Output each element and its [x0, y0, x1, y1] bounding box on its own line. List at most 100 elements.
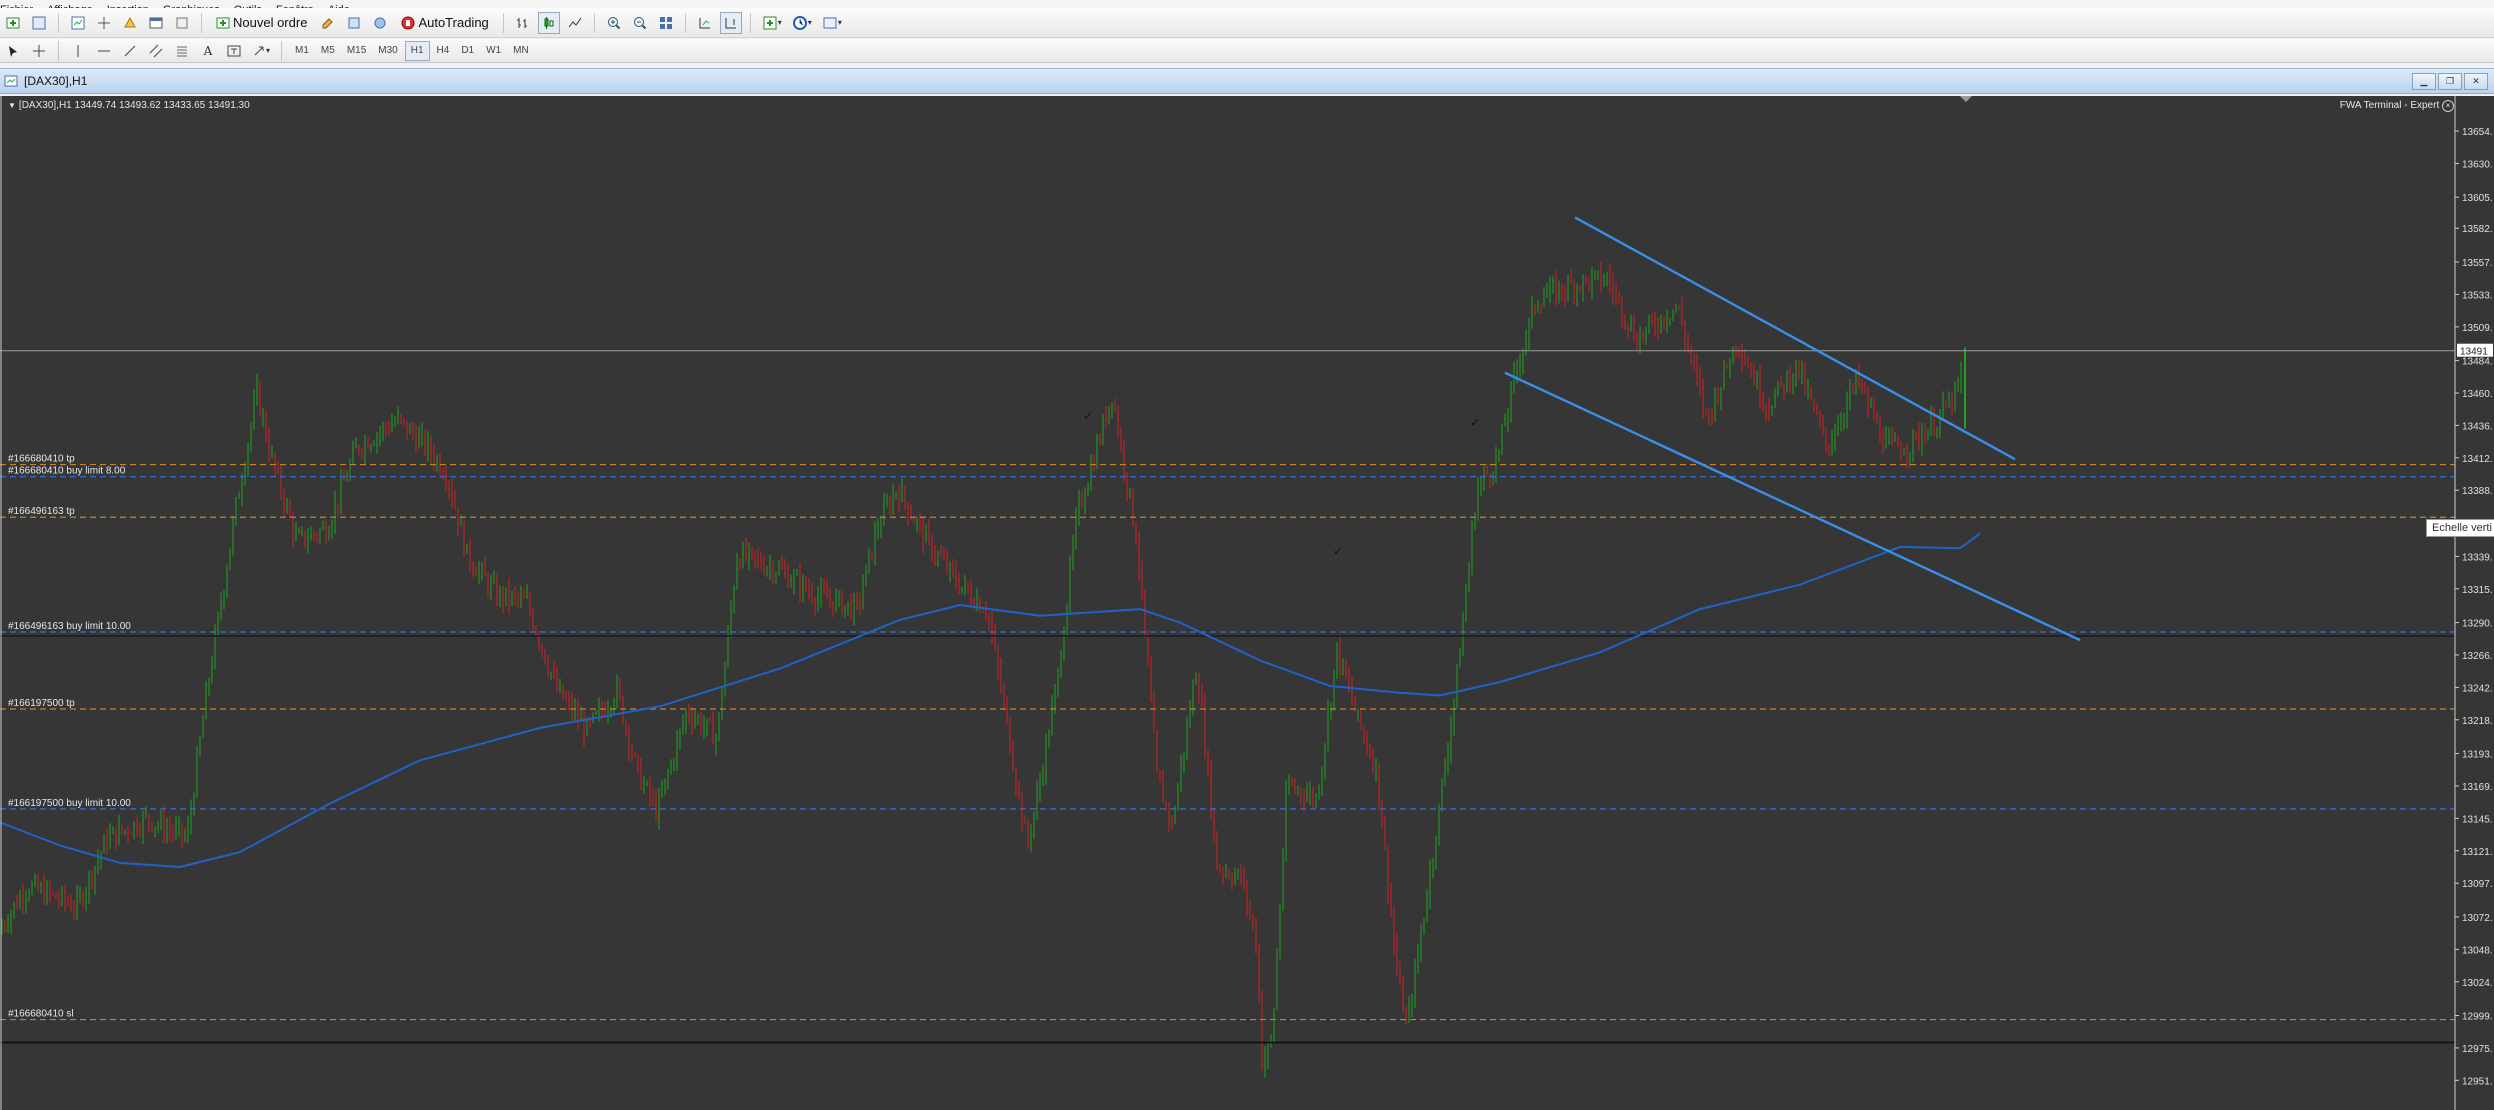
crosshair-icon[interactable]	[28, 40, 50, 62]
price-tick-label: 12975.	[2462, 1044, 2493, 1055]
chart-shift-marker	[1960, 96, 1972, 102]
price-tick-label: 13048.	[2462, 945, 2493, 956]
auto-scroll-icon[interactable]	[694, 12, 716, 34]
cursor-icon[interactable]	[2, 40, 24, 62]
price-tick-label: 13024.	[2462, 978, 2493, 989]
price-tick-label: 13266.	[2462, 651, 2493, 662]
market-watch-icon[interactable]	[67, 12, 89, 34]
symbol-ohlc-text: [DAX30],H1 13449.74 13493.62 13433.65 13…	[18, 100, 250, 111]
price-tick-label: 13509.	[2462, 323, 2493, 334]
price-tick-label: 13072.	[2462, 913, 2493, 924]
separator	[749, 12, 751, 33]
channel-icon[interactable]	[145, 40, 167, 62]
period-m30[interactable]: M30	[373, 42, 402, 60]
price-tick-label: 13193.	[2462, 750, 2493, 761]
restore-button[interactable]: ❐	[2438, 73, 2462, 90]
candlestick-chart-icon[interactable]	[537, 11, 560, 34]
order-level-label: #166496163 tp	[8, 506, 75, 517]
templates-icon[interactable]: ▾	[819, 12, 845, 34]
period-m15[interactable]: M15	[342, 42, 371, 60]
order-level-label: #166197500 buy limit 10.00	[8, 798, 131, 809]
minimize-button[interactable]: ▁	[2412, 73, 2436, 90]
trend-line	[1574, 216, 2016, 461]
strategy-tester-icon[interactable]	[171, 12, 193, 34]
period-d1[interactable]: D1	[456, 42, 479, 60]
arrows-icon[interactable]: ▾	[249, 40, 273, 62]
price-tick-label: 13242.	[2462, 683, 2493, 694]
tile-windows-icon[interactable]	[655, 12, 677, 34]
price-tick-label: 13290.	[2462, 619, 2493, 630]
price-tick-label: 13121.	[2462, 847, 2493, 858]
price-tick-label: 13169.	[2462, 782, 2493, 793]
periods-icon[interactable]: ▾	[789, 12, 815, 34]
zoom-in-icon[interactable]	[603, 12, 625, 34]
scale-tooltip: Echelle verti	[2426, 519, 2494, 537]
trendline-icon[interactable]	[119, 40, 141, 62]
separator	[201, 12, 202, 33]
expert-label[interactable]: FWA Terminal - Expert ×	[2340, 100, 2454, 112]
vps-icon[interactable]	[369, 12, 391, 34]
period-h4[interactable]: H4	[432, 42, 455, 60]
new-chart-icon[interactable]	[2, 12, 24, 34]
period-w1[interactable]: W1	[481, 42, 506, 60]
chart-shift-icon[interactable]	[719, 11, 742, 34]
timeframe-bar: M1 M5 M15 M30 H1 H4 D1 W1 MN	[290, 40, 534, 61]
profiles-icon[interactable]	[28, 12, 50, 34]
line-chart-icon[interactable]	[564, 12, 586, 34]
price-tick-label: 13145.	[2462, 814, 2493, 825]
price-tick-label: 13484.	[2462, 357, 2493, 368]
price-tick-label: 13097.	[2462, 879, 2493, 890]
data-window-icon[interactable]	[93, 12, 115, 34]
price-tick-label: 12951.	[2462, 1076, 2493, 1087]
new-order-button[interactable]: Nouvel ordre	[210, 12, 313, 34]
price-tick-label: 13605.	[2462, 193, 2493, 204]
separator	[58, 12, 59, 33]
trade-check-icon: ✓	[1083, 409, 1093, 423]
separator	[281, 40, 283, 61]
horizontal-line-icon[interactable]	[93, 40, 115, 62]
price-tick-label: 13218.	[2462, 716, 2493, 727]
price-tick-label: 13582.	[2462, 224, 2493, 235]
order-level-label: #166680410 tp	[8, 454, 75, 465]
fibonacci-icon[interactable]	[171, 40, 193, 62]
metaeditor-icon[interactable]	[317, 12, 339, 34]
price-tick-label: 13388.	[2462, 486, 2493, 497]
autotrading-button[interactable]: AutoTrading	[395, 12, 494, 34]
chart-window-titlebar: [DAX30],H1 ▁ ❐ ✕	[0, 68, 2494, 94]
text-icon[interactable]: A	[197, 40, 219, 62]
price-chart[interactable]: #166680410 tp #166680410 buy limit 8.00 #1…	[0, 96, 2494, 1110]
period-h1[interactable]: H1	[404, 40, 430, 61]
price-tick-label: 12999.	[2462, 1012, 2493, 1023]
close-button[interactable]: ✕	[2464, 73, 2488, 90]
price-tick-label: 13460.	[2462, 389, 2493, 400]
vertical-line-icon[interactable]	[67, 40, 89, 62]
standard-toolbar: Nouvel ordre AutoTrading ▾ ▾ ▾	[0, 8, 2494, 38]
indicators-icon[interactable]: ▾	[759, 12, 785, 34]
period-m1[interactable]: M1	[290, 42, 314, 60]
trend-line	[1504, 371, 2081, 642]
chart-symbol-info: ▼ [DAX30],H1 13449.74 13493.62 13433.65 1…	[8, 100, 250, 111]
text-label-icon[interactable]	[223, 40, 245, 62]
order-level-label: #166496163 buy limit 10.00	[8, 621, 131, 632]
chart-window-icon	[4, 75, 18, 87]
period-mn[interactable]: MN	[508, 42, 534, 60]
order-level-label: #166197500 tp	[8, 698, 75, 709]
terminal-icon[interactable]	[145, 12, 167, 34]
navigator-icon[interactable]	[119, 12, 141, 34]
period-m5[interactable]: M5	[316, 42, 340, 60]
drawing-toolbar: A ▾ M1 M5 M15 M30 H1 H4 D1 W1 MN	[0, 39, 2494, 63]
separator	[684, 12, 686, 33]
chart-canvas[interactable]: #166680410 tp#166680410 buy limit 8.00 #1…	[0, 96, 2494, 1110]
signals-icon[interactable]	[343, 12, 365, 34]
expert-close-icon[interactable]: ×	[2442, 100, 2454, 112]
autotrading-label: AutoTrading	[418, 15, 489, 30]
price-tick-label: 13654.	[2462, 127, 2493, 138]
zoom-out-icon[interactable]	[629, 12, 651, 34]
price-tick-label: 13630.	[2462, 159, 2493, 170]
expert-label-text: FWA Terminal - Expert	[2339, 100, 2440, 111]
bar-chart-icon[interactable]	[512, 12, 534, 34]
price-tick-label: 13533.	[2462, 290, 2493, 301]
separator	[502, 12, 504, 33]
order-level-label: #166680410 buy limit 8.00	[8, 466, 126, 477]
price-tick-label: 13436.	[2462, 421, 2493, 432]
